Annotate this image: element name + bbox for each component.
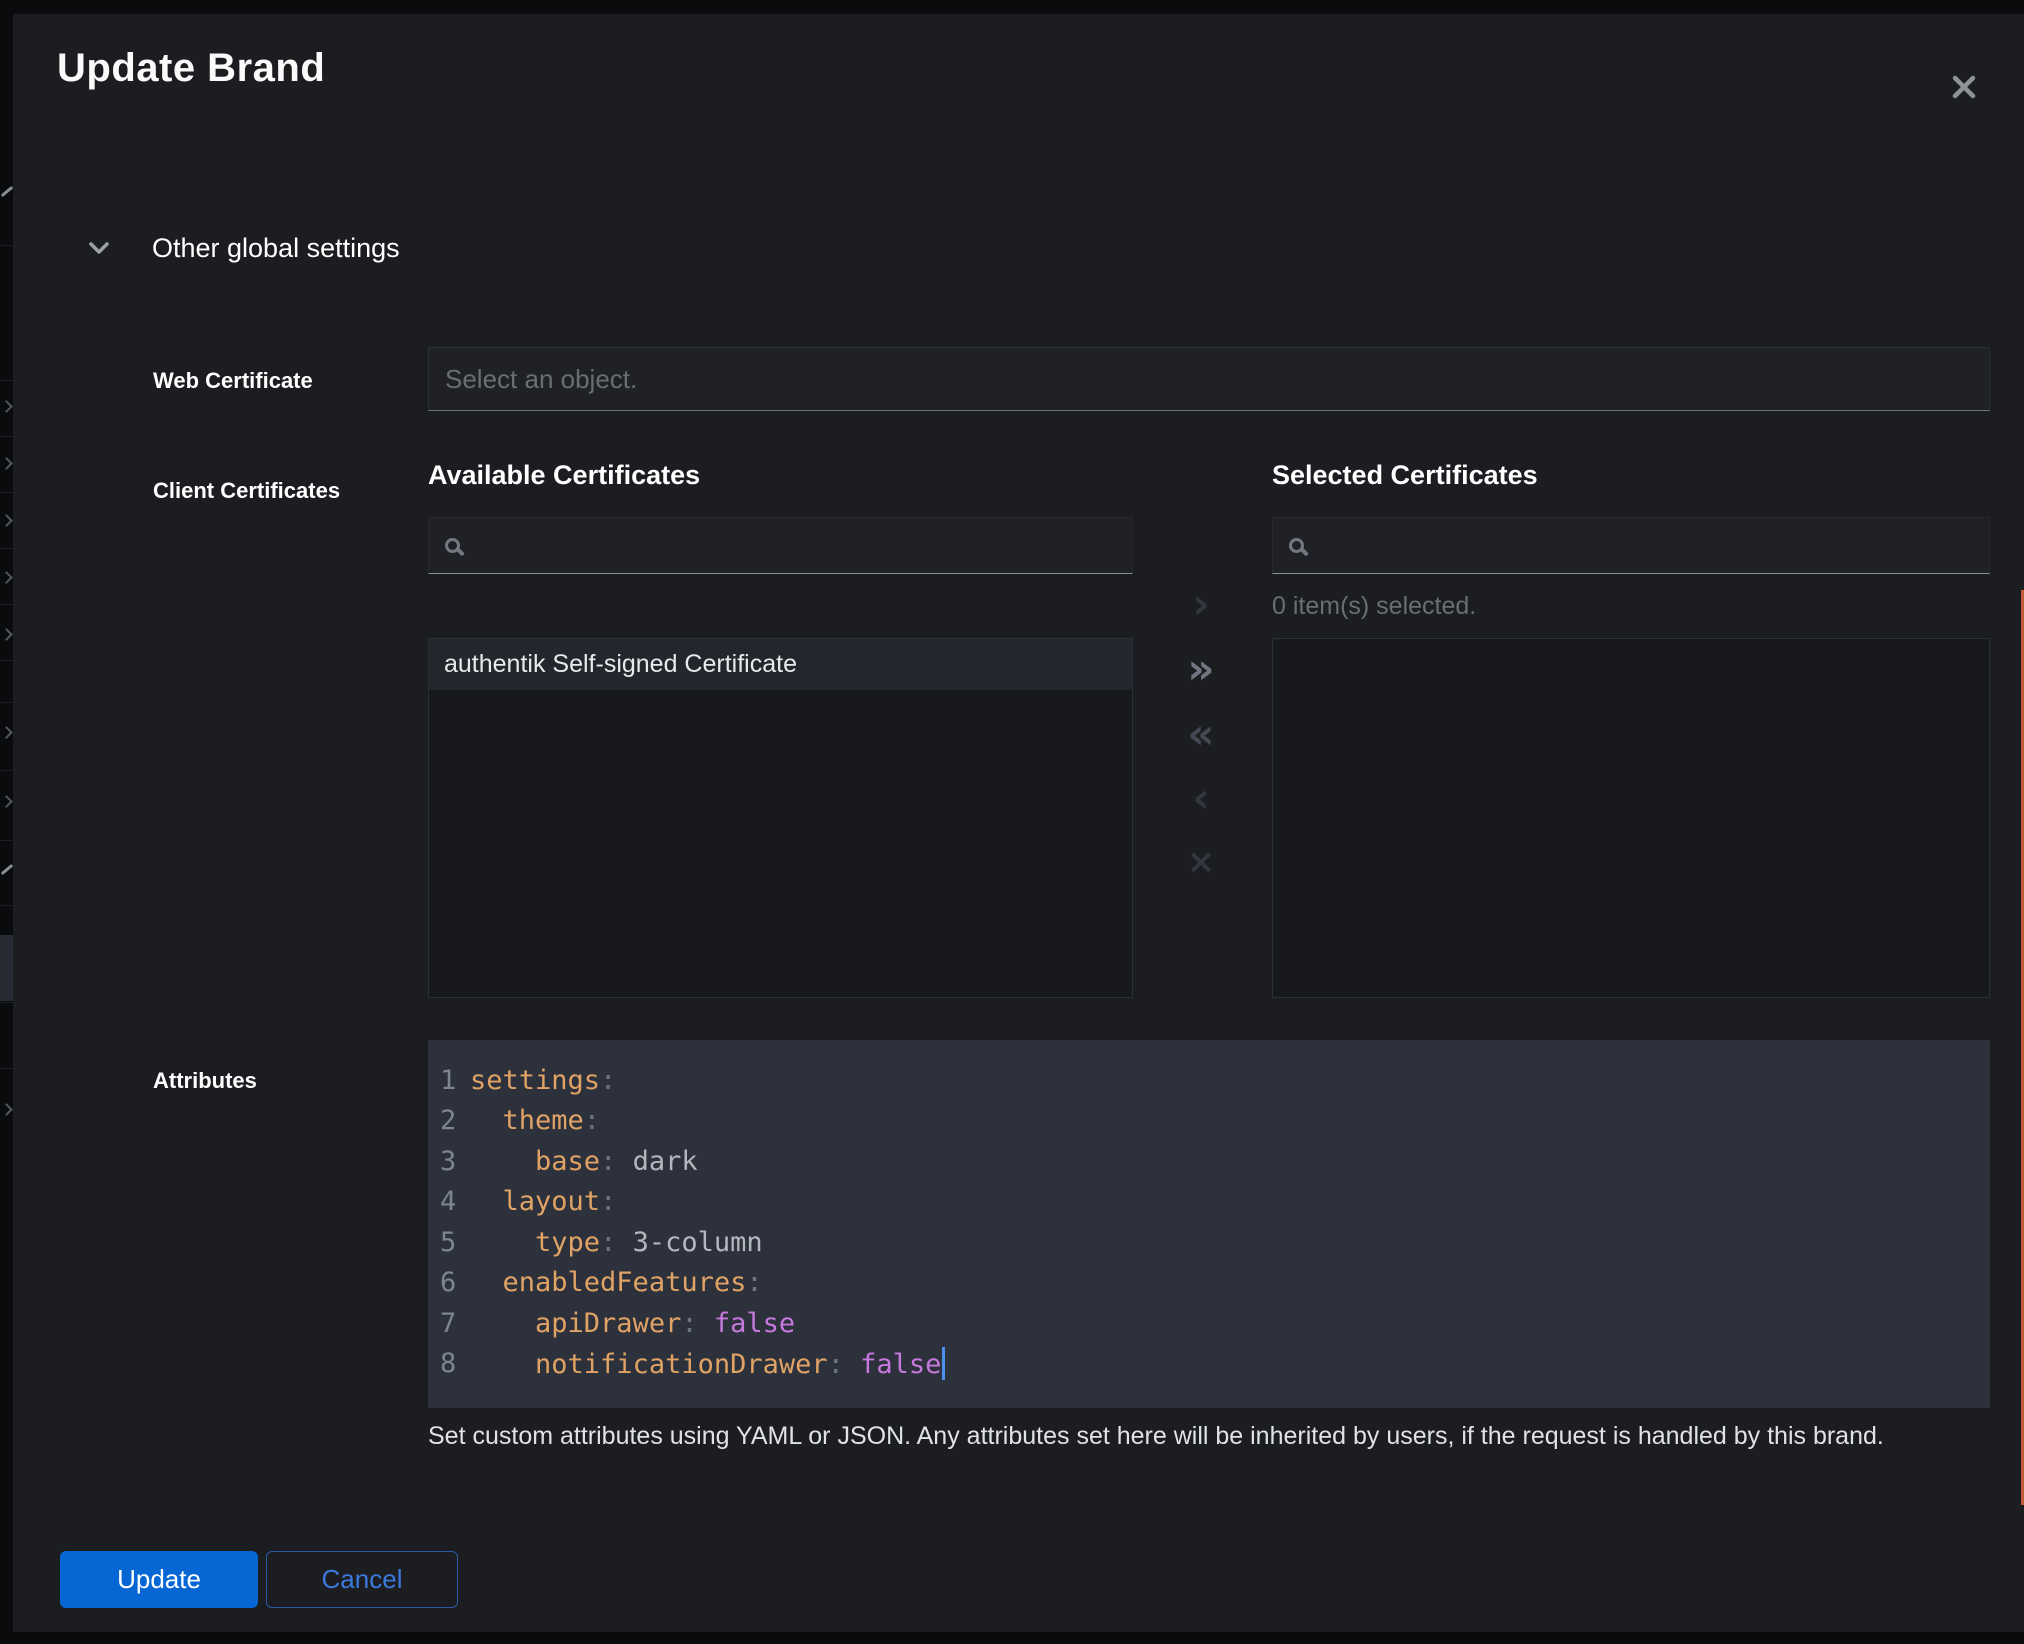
background-row-separator — [0, 548, 13, 549]
background-chevron-right-icon — [0, 514, 13, 527]
code-text: theme: — [460, 1105, 600, 1136]
move-all-right-button[interactable]: » — [1166, 643, 1236, 695]
close-icon — [1951, 74, 1977, 103]
angle-right-icon: › — [1192, 583, 1209, 625]
angle-double-right-icon: » — [1187, 648, 1214, 690]
background-highlighted-row — [0, 935, 13, 1001]
section-toggle-other-global-settings[interactable]: Other global settings — [88, 228, 400, 268]
update-brand-screen: Update Brand Other global settings Web C… — [0, 0, 2024, 1644]
attributes-label: Attributes — [153, 1068, 257, 1094]
times-icon: × — [1187, 845, 1216, 879]
code-text: apiDrawer: false — [460, 1308, 795, 1339]
background-row-separator — [0, 492, 13, 493]
chevron-down-icon — [88, 241, 110, 255]
move-selected-left-button[interactable]: ‹ — [1166, 772, 1236, 824]
line-number: 2 — [428, 1105, 460, 1136]
search-icon — [445, 538, 460, 553]
move-selected-right-button[interactable]: › — [1166, 578, 1236, 630]
line-number: 1 — [428, 1065, 460, 1096]
web-certificate-label: Web Certificate — [153, 368, 313, 394]
transfer-controls: › » « ‹ × — [1166, 578, 1236, 898]
line-number: 6 — [428, 1267, 460, 1298]
background-chevron-right-icon — [0, 795, 13, 808]
code-line: 5 type: 3-column — [428, 1222, 1990, 1263]
background-row-separator — [0, 660, 13, 661]
available-search-input[interactable] — [472, 531, 1116, 560]
background-row-separator — [0, 245, 13, 246]
line-number: 3 — [428, 1146, 460, 1177]
background-check-icon — [1, 186, 13, 197]
selected-certificates-list — [1272, 638, 1990, 998]
modal-title: Update Brand — [57, 46, 325, 91]
background-row-separator — [0, 436, 13, 437]
background-chevron-right-icon — [0, 400, 13, 413]
background-row-separator — [0, 770, 13, 771]
background-chevron-right-icon — [0, 571, 13, 584]
client-certificates-label: Client Certificates — [153, 478, 340, 504]
background-row-separator — [0, 1002, 13, 1003]
code-line: 6 enabledFeatures: — [428, 1263, 1990, 1304]
selected-count-status: 0 item(s) selected. — [1272, 592, 1476, 621]
angle-double-left-icon: « — [1187, 713, 1214, 755]
attributes-code-editor[interactable]: 1settings:2 theme:3 base: dark4 layout:5… — [428, 1040, 1990, 1408]
section-label: Other global settings — [152, 233, 400, 264]
code-line: 4 layout: — [428, 1182, 1990, 1223]
background-row-separator — [0, 905, 13, 906]
selected-certificates-header: Selected Certificates — [1272, 460, 1538, 491]
line-number: 7 — [428, 1308, 460, 1339]
background-row-separator — [0, 702, 13, 703]
code-line: 2 theme: — [428, 1101, 1990, 1142]
attributes-help-text: Set custom attributes using YAML or JSON… — [428, 1422, 1968, 1451]
code-line: 8 notificationDrawer: false — [428, 1344, 1990, 1385]
code-text: settings: — [460, 1065, 616, 1096]
cancel-button[interactable]: Cancel — [266, 1551, 458, 1608]
web-certificate-select[interactable]: Select an object. — [428, 347, 1990, 411]
line-number: 5 — [428, 1227, 460, 1258]
code-text: base: dark — [460, 1146, 698, 1177]
background-chevron-right-icon — [0, 726, 13, 739]
certificate-list-item[interactable]: authentik Self-signed Certificate — [429, 639, 1132, 690]
code-line: 3 base: dark — [428, 1141, 1990, 1182]
search-icon — [1289, 538, 1304, 553]
line-number: 8 — [428, 1348, 460, 1379]
background-check-icon — [1, 864, 13, 875]
background-row-separator — [0, 380, 13, 381]
background-row-separator — [0, 604, 13, 605]
move-all-left-button[interactable]: « — [1166, 708, 1236, 760]
background-chevron-right-icon — [0, 628, 13, 641]
background-row-separator — [0, 1068, 13, 1069]
background-bottom-strip — [0, 1632, 2024, 1644]
code-text: type: 3-column — [460, 1227, 763, 1258]
code-text: notificationDrawer: false — [460, 1347, 945, 1380]
available-certificates-list: authentik Self-signed Certificate — [428, 638, 1133, 998]
background-sidebar-strip — [0, 0, 13, 1644]
selected-search-input[interactable] — [1316, 531, 1973, 560]
line-number: 4 — [428, 1186, 460, 1217]
text-cursor — [942, 1347, 945, 1380]
available-certificates-header: Available Certificates — [428, 460, 700, 491]
available-search-box — [428, 517, 1133, 574]
selected-search-box — [1272, 517, 1990, 574]
update-button[interactable]: Update — [60, 1551, 258, 1608]
code-line: 7 apiDrawer: false — [428, 1303, 1990, 1344]
background-top-strip — [0, 0, 2024, 14]
clear-selection-button[interactable]: × — [1166, 836, 1236, 888]
background-row-separator — [0, 840, 13, 841]
background-chevron-right-icon — [0, 457, 13, 470]
close-button[interactable] — [1942, 66, 1986, 110]
code-text: enabledFeatures: — [460, 1267, 763, 1298]
web-certificate-placeholder: Select an object. — [445, 364, 637, 395]
code-line: 1settings: — [428, 1060, 1990, 1101]
angle-left-icon: ‹ — [1192, 777, 1209, 819]
background-chevron-right-icon — [0, 1103, 13, 1116]
code-text: layout: — [460, 1186, 616, 1217]
